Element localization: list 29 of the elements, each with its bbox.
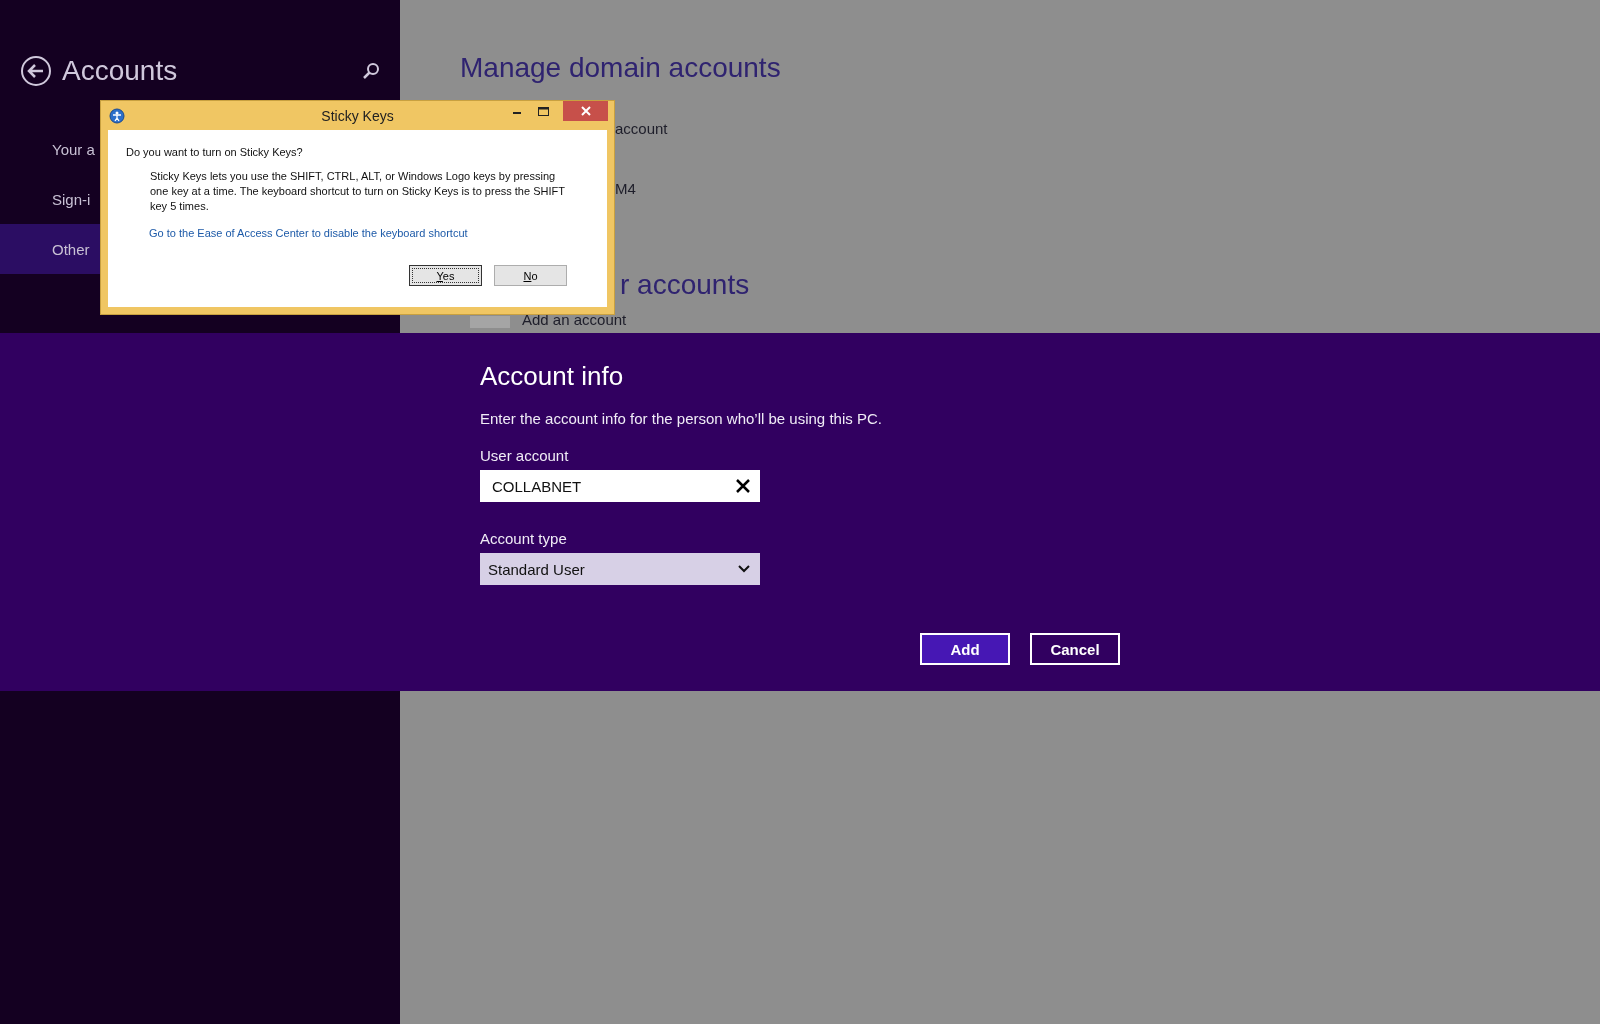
window-title: Sticky Keys (320, 107, 395, 124)
account-text: account (615, 120, 669, 137)
panel-title: Account info (480, 361, 625, 392)
ease-of-access-link[interactable]: Go to the Ease of Access Center to disable the keyboard shortcut (149, 227, 589, 239)
yes-button[interactable]: Yes (409, 265, 482, 286)
add-account-link[interactable]: Add an account (522, 311, 627, 328)
field-label: User account (480, 447, 570, 464)
add-tile[interactable] (470, 316, 510, 328)
close-button[interactable] (563, 101, 608, 121)
add-button[interactable]: Add (920, 633, 1010, 665)
clear-icon[interactable] (736, 479, 750, 493)
account-text: M4 (615, 180, 637, 197)
cancel-button[interactable]: Cancel (1030, 633, 1120, 665)
account-type-dropdown[interactable]: Standard User (480, 553, 760, 585)
dialog-question: Do you want to turn on Sticky Keys? (126, 146, 304, 158)
chevron-down-icon (738, 565, 750, 573)
accessibility-icon (109, 107, 125, 124)
maximize-icon (537, 106, 549, 116)
close-icon (580, 106, 591, 116)
dialog-description: Sticky Keys lets you use the SHIFT, CTRL, ALT, or Windows Logo keys by pressing one key at a time. The keyboard shortcut to turn on Sticky Keys is to press the SHIFT key 5 times. (150, 169, 566, 214)
section-heading: r accounts (620, 269, 751, 301)
panel-description: Enter the account info for the person who’ll be using this PC. (480, 410, 883, 427)
search-icon[interactable] (362, 62, 380, 80)
back-icon[interactable] (20, 55, 52, 87)
no-button[interactable]: No (494, 265, 567, 286)
field-label: Account type (480, 530, 568, 547)
user-account-field[interactable]: COLLABNET (480, 470, 760, 502)
section-heading: Manage domain accounts (460, 52, 782, 84)
page-title: Accounts (62, 55, 179, 87)
